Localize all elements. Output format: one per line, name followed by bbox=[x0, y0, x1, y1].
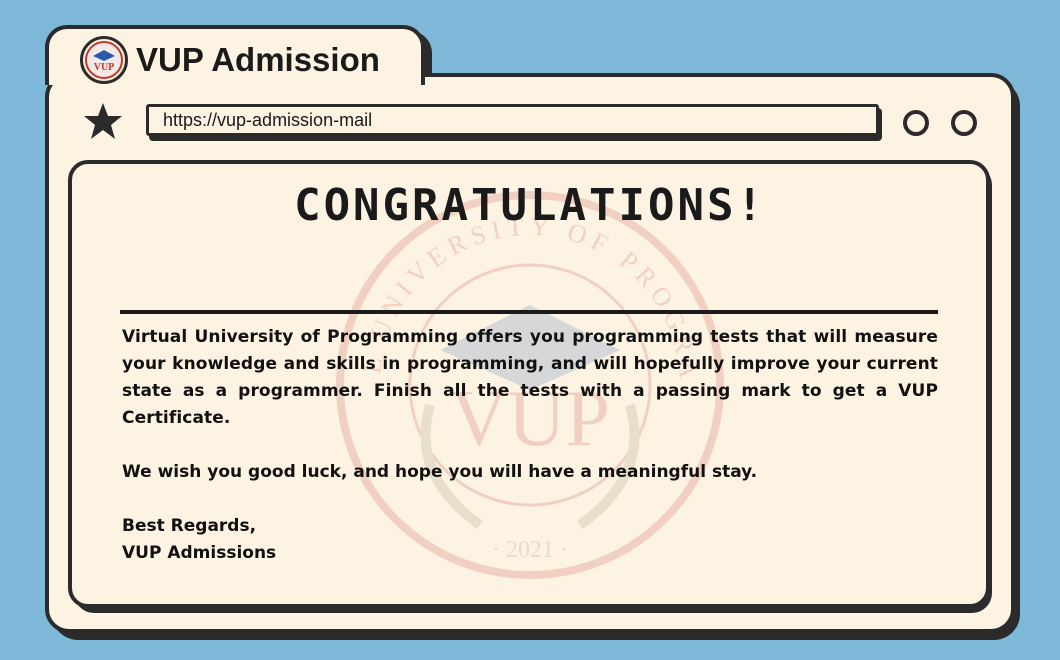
url-bar[interactable]: https://vup-admission-mail bbox=[146, 104, 879, 136]
university-logo-icon: VUP bbox=[85, 41, 123, 79]
message-paragraph-1: Virtual University of Programming offers… bbox=[122, 327, 938, 428]
closing-regards: Best Regards, bbox=[122, 516, 257, 536]
heading-divider bbox=[120, 310, 938, 314]
university-logo: VUP bbox=[80, 36, 128, 84]
message-heading: CONGRATULATIONS! bbox=[294, 180, 766, 231]
logo-text: VUP bbox=[94, 62, 115, 73]
window-control-circle[interactable] bbox=[903, 110, 929, 136]
closing-signature: VUP Admissions bbox=[122, 543, 277, 563]
star-icon[interactable] bbox=[82, 100, 124, 142]
window-control-circle[interactable] bbox=[951, 110, 977, 136]
message-body: Virtual University of Programming offers… bbox=[122, 324, 938, 567]
app-title: VUP Admission bbox=[136, 41, 380, 78]
message-paragraph-2: We wish you good luck, and hope you will… bbox=[122, 462, 758, 482]
